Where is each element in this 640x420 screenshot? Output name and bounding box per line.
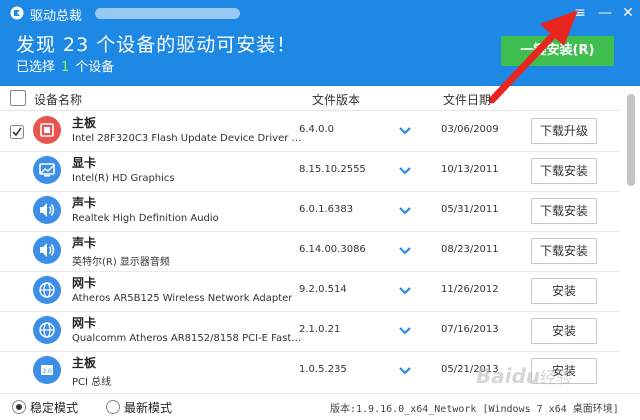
close-button[interactable]: ✕ xyxy=(617,2,639,24)
download-install-button[interactable]: 下载安装 xyxy=(531,158,597,184)
chevron-down-icon[interactable] xyxy=(398,203,412,217)
driver-date: 07/16/2013 xyxy=(441,324,499,335)
device-name: Realtek High Definition Audio xyxy=(72,213,219,224)
selected-count-text: 已选择 1 个设备 xyxy=(16,56,114,75)
svg-text:经验: 经验 xyxy=(540,368,572,387)
redacted-text xyxy=(95,8,240,19)
latest-mode-label[interactable]: 最新模式 xyxy=(124,399,172,416)
column-file-version[interactable]: 文件版本 xyxy=(312,91,360,108)
device-category: 声卡 xyxy=(72,236,97,250)
download-install-button[interactable]: 安装 xyxy=(531,278,597,304)
stable-mode-label[interactable]: 稳定模式 xyxy=(30,399,78,416)
download-install-button[interactable]: 下载安装 xyxy=(531,238,597,264)
driver-version: 9.2.0.514 xyxy=(299,284,347,295)
app-title: 驱动总裁 xyxy=(30,9,83,24)
driver-version: 6.14.00.3086 xyxy=(299,244,366,255)
svg-text:Baidu: Baidu xyxy=(476,364,540,388)
device-category: 显卡 xyxy=(72,156,97,170)
device-row[interactable]: 显卡 Intel(R) HD Graphics 8.15.10.2555 10/13/… xyxy=(0,151,620,192)
download-install-button[interactable]: 安装 xyxy=(531,318,597,344)
selected-count: 1 xyxy=(61,60,70,75)
chevron-down-icon[interactable] xyxy=(398,243,412,257)
chevron-down-icon[interactable] xyxy=(398,283,412,297)
row-checkbox[interactable] xyxy=(10,124,24,143)
driver-version: 8.15.10.2555 xyxy=(299,164,366,175)
column-device-name[interactable]: 设备名称 xyxy=(34,91,82,108)
driver-date: 11/26/2012 xyxy=(441,284,499,295)
column-header-row: 设备名称 文件版本 文件日期 xyxy=(0,86,620,111)
column-file-date[interactable]: 文件日期 xyxy=(443,91,491,108)
latest-mode-radio[interactable] xyxy=(106,400,120,414)
device-name: Qualcomm Atheros AR8152/8158 PCI-E Fast … xyxy=(72,333,302,344)
driver-version: 6.0.1.6383 xyxy=(299,204,354,215)
download-install-button[interactable]: 下载安装 xyxy=(531,198,597,224)
speaker-icon xyxy=(33,196,61,224)
minimize-button[interactable]: — xyxy=(594,2,616,24)
device-name: Intel 28F320C3 Flash Update Device Drive… xyxy=(72,133,302,144)
footer-bar: 稳定模式 最新模式 版本:1.9.16.0_x64_Network [Windo… xyxy=(0,393,640,420)
chevron-down-icon[interactable] xyxy=(398,123,412,137)
device-row[interactable]: 声卡英特尔(R) 显示器音频 6.14.00.3086 08/23/2011 下载安装 xyxy=(0,231,620,272)
device-name: Atheros AR5B125 Wireless Network Adapter xyxy=(72,293,293,304)
driver-date: 03/06/2009 xyxy=(441,124,499,135)
device-category: 网卡 xyxy=(72,316,97,330)
display-icon xyxy=(33,156,61,184)
device-name: Intel(R) HD Graphics xyxy=(72,173,175,184)
device-name: PCI 总线 xyxy=(72,377,112,388)
driver-date: 05/31/2011 xyxy=(441,204,499,215)
driver-version: 6.4.0.0 xyxy=(299,124,334,135)
scrollbar-thumb[interactable] xyxy=(627,94,635,186)
device-category: 主板 xyxy=(72,116,97,130)
chevron-down-icon[interactable] xyxy=(398,163,412,177)
motherboard-icon xyxy=(33,116,61,144)
device-category: 网卡 xyxy=(72,276,97,290)
download-install-button[interactable]: 下载升级 xyxy=(531,118,597,144)
globe-icon xyxy=(33,276,61,304)
device-row[interactable]: 主板 Intel 28F320C3 Flash Update Device Dri… xyxy=(0,111,620,152)
device-category: 声卡 xyxy=(72,196,97,210)
selected-prefix: 已选择 xyxy=(16,60,56,75)
device-category: 主板 xyxy=(72,356,97,370)
svg-text:3.0: 3.0 xyxy=(42,368,52,375)
driver-date: 10/13/2011 xyxy=(441,164,499,175)
usb3-icon: 3.0 xyxy=(33,356,61,384)
version-info: 版本:1.9.16.0_x64_Network [Windows 7 x64 桌… xyxy=(330,404,619,415)
driver-date: 08/23/2011 xyxy=(441,244,499,255)
speaker-icon xyxy=(33,236,61,264)
device-row[interactable]: 声卡 Realtek High Definition Audio 6.0.1.638… xyxy=(0,191,620,232)
device-name: 英特尔(R) 显示器音频 xyxy=(72,257,170,268)
app-logo-icon xyxy=(10,6,24,20)
globe-icon xyxy=(33,316,61,344)
device-row[interactable]: 网卡 Qualcomm Atheros AR8152/8158 PCI-E Fas… xyxy=(0,311,620,352)
selected-suffix: 个设备 xyxy=(75,60,115,75)
chevron-down-icon[interactable] xyxy=(398,323,412,337)
driver-version: 1.0.5.235 xyxy=(299,364,347,375)
baidu-watermark-logo: Baidu 经验 xyxy=(476,364,572,388)
found-devices-headline: 发现 23 个设备的驱动可安装！ xyxy=(16,34,297,56)
select-all-checkbox[interactable] xyxy=(10,90,26,106)
device-list: 主板 Intel 28F320C3 Flash Update Device Dri… xyxy=(0,111,625,390)
chevron-down-icon[interactable] xyxy=(398,363,412,377)
stable-mode-radio[interactable] xyxy=(12,400,26,414)
device-row[interactable]: 网卡 Atheros AR5B125 Wireless Network Adapt… xyxy=(0,271,620,312)
driver-version: 2.1.0.21 xyxy=(299,324,341,335)
